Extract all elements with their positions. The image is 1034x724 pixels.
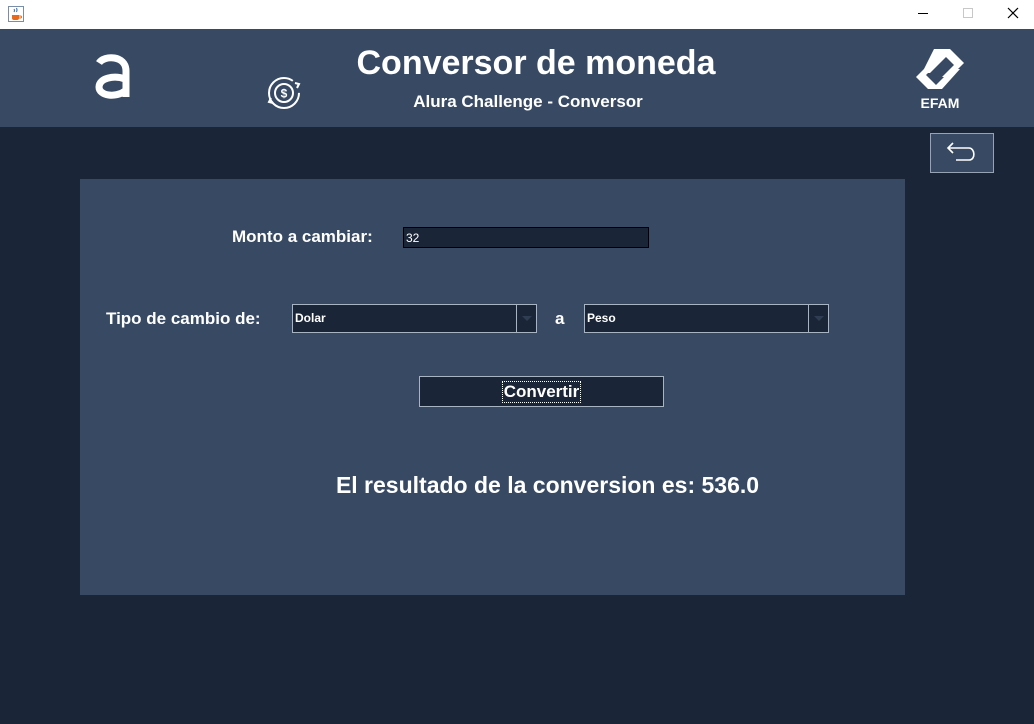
svg-text:$: $	[281, 87, 288, 101]
window-title-bar	[0, 0, 1034, 30]
maximize-button[interactable]	[945, 0, 991, 29]
chevron-down-icon	[813, 316, 824, 321]
to-currency-label: a	[555, 309, 565, 328]
back-button[interactable]	[930, 133, 994, 173]
converter-panel: Monto a cambiar: Tipo de cambio de: Dola…	[80, 179, 905, 595]
efam-logo: EFAM	[916, 49, 964, 111]
maximize-icon	[963, 8, 973, 18]
dropdown-button[interactable]	[808, 305, 828, 332]
java-cup-icon	[8, 6, 24, 22]
page-subtitle: Alura Challenge - Conversor	[413, 92, 643, 111]
app-header: $ Conversor de moneda Alura Challenge - …	[0, 29, 1034, 127]
convert-button-label: Convertir	[501, 380, 582, 403]
efam-logo-text: EFAM	[921, 95, 960, 111]
convert-button[interactable]: Convertir	[419, 376, 664, 407]
close-icon	[1007, 7, 1019, 19]
chevron-down-icon	[521, 316, 532, 321]
page-title: Conversor de moneda	[356, 44, 716, 82]
to-currency-value: Peso	[587, 311, 616, 325]
amount-label: Monto a cambiar:	[232, 227, 373, 246]
from-currency-select[interactable]: Dolar	[292, 304, 537, 333]
minimize-button[interactable]	[900, 0, 946, 29]
amount-input[interactable]	[403, 227, 649, 248]
to-currency-select[interactable]: Peso	[584, 304, 829, 333]
close-button[interactable]	[990, 0, 1034, 29]
alura-logo	[95, 54, 130, 99]
from-currency-label: Tipo de cambio de:	[106, 309, 261, 328]
back-arrow-icon	[946, 142, 975, 161]
dropdown-button[interactable]	[516, 305, 536, 332]
conversion-result: El resultado de la conversion es: 536.0	[335, 472, 760, 498]
from-currency-value: Dolar	[295, 311, 326, 325]
minimize-icon	[918, 13, 928, 14]
